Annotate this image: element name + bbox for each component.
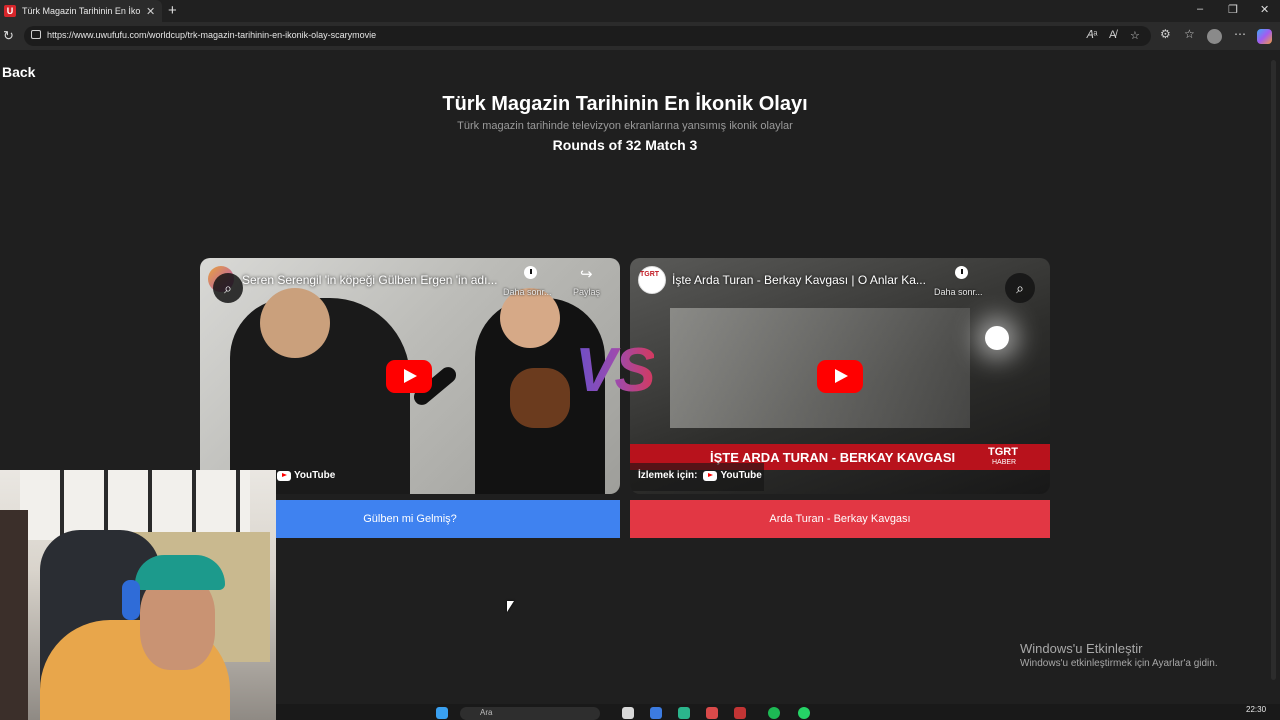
restore-icon[interactable]: ❐ bbox=[1228, 3, 1238, 16]
youtube-logo-left[interactable]: YouTube bbox=[277, 470, 335, 481]
whatsapp-icon[interactable] bbox=[798, 707, 810, 719]
webcam-headphones bbox=[122, 580, 140, 620]
webcam-cap bbox=[135, 555, 225, 590]
back-button[interactable]: Back bbox=[2, 64, 35, 80]
watch-on-youtube[interactable]: İzlemek için: YouTube bbox=[638, 470, 762, 481]
uwufufu-favicon-icon: U bbox=[4, 5, 16, 17]
video-player-left[interactable]: ⌕ Seren Serengil 'in köpeği Gülben Ergen… bbox=[200, 258, 620, 494]
extensions-icon[interactable]: ⚙ bbox=[1160, 27, 1171, 41]
tab-strip: U Türk Magazin Tarihinin En İkonik Olayı… bbox=[0, 0, 1280, 22]
spotify-icon[interactable] bbox=[768, 707, 780, 719]
menu-icon[interactable]: ⋯ bbox=[1234, 27, 1246, 41]
window-close-icon[interactable]: ✕ bbox=[1260, 3, 1269, 16]
watch-later-label: Daha sonr... bbox=[934, 287, 983, 297]
tab-close-icon[interactable]: ✕ bbox=[146, 5, 155, 18]
scrollbar[interactable] bbox=[1271, 60, 1276, 680]
page-subtitle: Türk magazin tarihinde televizyon ekranl… bbox=[457, 120, 793, 132]
zoom-icon[interactable]: ⌕ bbox=[1005, 273, 1035, 303]
vs-label: VS bbox=[575, 336, 656, 405]
play-button-icon[interactable] bbox=[386, 360, 432, 393]
windows-activation-title: Windows'u Etkinleştir bbox=[1020, 641, 1143, 656]
browser-tab[interactable]: U Türk Magazin Tarihinin En İkonik Olayı… bbox=[0, 0, 162, 22]
copilot-icon[interactable] bbox=[1257, 29, 1272, 44]
tgrt-logo: TGRT bbox=[988, 446, 1018, 458]
watch-later-icon[interactable] bbox=[955, 266, 968, 279]
zoom-icon[interactable]: ⌕ bbox=[213, 273, 243, 303]
url-text: https://www.uwufufu.com/worldcup/trk-mag… bbox=[47, 30, 377, 40]
video-title-right: İşte Arda Turan - Berkay Kavgası | O Anl… bbox=[672, 273, 926, 287]
mouse-cursor-icon bbox=[507, 601, 514, 612]
taskbar-search[interactable]: Ara bbox=[460, 707, 600, 720]
app-icon[interactable] bbox=[650, 707, 662, 719]
share-icon[interactable]: ↪ bbox=[580, 265, 593, 283]
watch-later-icon[interactable] bbox=[524, 266, 537, 279]
favorite-star-icon[interactable]: ☆ bbox=[1130, 29, 1140, 42]
app-icon[interactable] bbox=[706, 707, 718, 719]
app-icon[interactable] bbox=[734, 707, 746, 719]
address-bar: ↻ https://www.uwufufu.com/worldcup/trk-m… bbox=[0, 22, 1280, 50]
youtube-icon bbox=[703, 470, 718, 481]
choice-button-right[interactable]: Arda Turan - Berkay Kavgası bbox=[630, 500, 1050, 538]
taskbar-search-placeholder: Ara bbox=[480, 708, 493, 717]
url-field[interactable]: https://www.uwufufu.com/worldcup/trk-mag… bbox=[24, 26, 1151, 46]
edge-icon[interactable] bbox=[678, 707, 690, 719]
profile-icon[interactable] bbox=[1207, 29, 1222, 44]
youtube-label: YouTube bbox=[720, 470, 762, 481]
video-figure-face-left bbox=[260, 288, 330, 358]
watch-later-label: Daha sonr... bbox=[503, 287, 552, 297]
share-label: Paylaş bbox=[573, 287, 601, 297]
round-label: Rounds of 32 Match 3 bbox=[552, 137, 698, 153]
page-title: Türk Magazin Tarihinin En İkonik Olayı bbox=[442, 93, 808, 115]
minimize-icon[interactable]: – bbox=[1197, 3, 1203, 15]
watch-label: İzlemek için: bbox=[638, 470, 698, 481]
video-title-left: Seren Serengil 'in köpeği Gülben Ergen '… bbox=[242, 273, 498, 287]
video-light bbox=[985, 326, 1009, 350]
video-player-right[interactable]: İŞTE ARDA TURAN - BERKAY KAVGASI TGRT HA… bbox=[630, 258, 1050, 494]
tgrt-logo-sub: HABER bbox=[992, 459, 1017, 466]
taskbar-clock[interactable]: 22:30 bbox=[1246, 705, 1266, 714]
new-tab-icon[interactable]: + bbox=[168, 2, 177, 19]
youtube-icon bbox=[277, 470, 291, 481]
windows-activation-subtitle: Windows'u etkinleştirmek için Ayarlar'a … bbox=[1020, 658, 1218, 669]
windows-start-icon[interactable] bbox=[436, 707, 448, 719]
video-dog bbox=[510, 368, 570, 428]
lock-icon bbox=[31, 30, 41, 39]
tab-title: Türk Magazin Tarihinin En İkonik Olayı bbox=[22, 6, 140, 16]
immersive-reader-icon[interactable]: A̸ bbox=[1109, 29, 1116, 41]
read-aloud-icon[interactable]: 𝐴ᵃ bbox=[1086, 29, 1097, 42]
webcam-overlay bbox=[0, 470, 276, 720]
play-button-icon[interactable] bbox=[817, 360, 863, 393]
reload-icon[interactable]: ↻ bbox=[3, 28, 14, 44]
collections-icon[interactable]: ☆ bbox=[1184, 27, 1195, 41]
webcam-shelf bbox=[0, 510, 28, 720]
channel-avatar-label: TGRT bbox=[640, 271, 660, 278]
webcam-shoji-wall bbox=[20, 470, 250, 540]
youtube-label: YouTube bbox=[294, 470, 336, 481]
video-figure-face-right bbox=[500, 288, 560, 348]
file-explorer-icon[interactable] bbox=[622, 707, 634, 719]
windows-taskbar: Ara 22:30 bbox=[276, 704, 1280, 720]
